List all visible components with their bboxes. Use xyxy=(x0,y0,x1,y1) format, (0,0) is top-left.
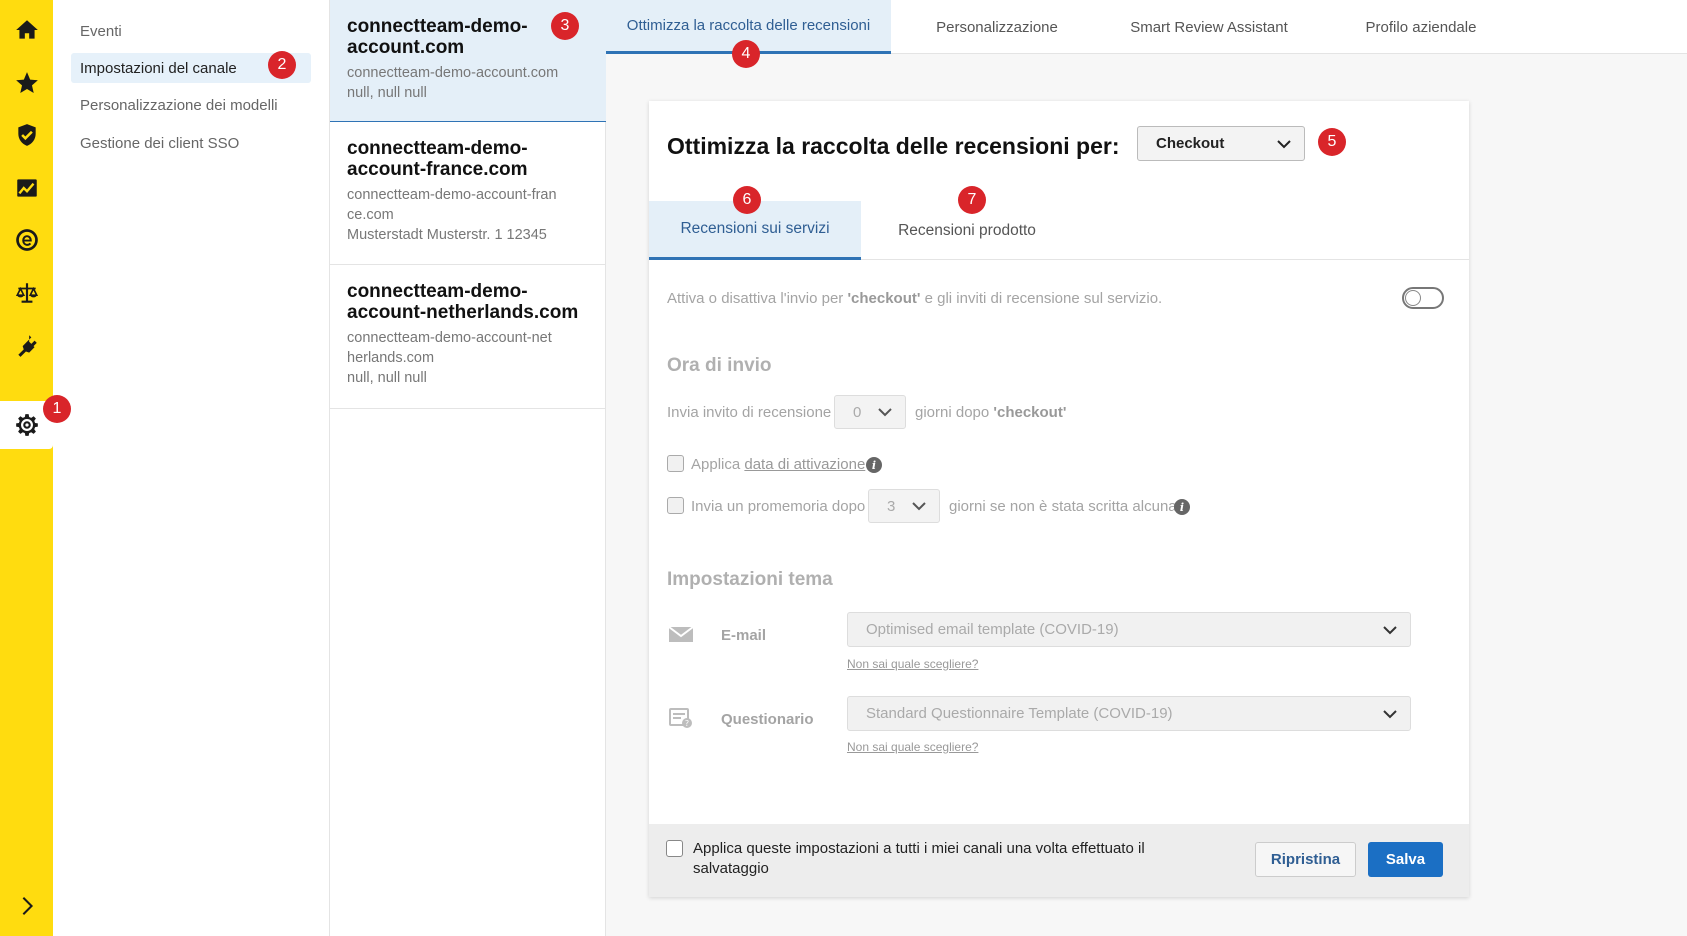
rail-legal[interactable] xyxy=(0,269,53,317)
rail-ecommerce[interactable] xyxy=(0,216,53,264)
save-button[interactable]: Salva xyxy=(1368,842,1443,877)
plug-icon xyxy=(17,335,37,357)
chevron-down-icon xyxy=(1277,139,1291,148)
reset-button[interactable]: Ripristina xyxy=(1255,842,1356,877)
rail-home[interactable] xyxy=(0,6,53,54)
questionnaire-template-select[interactable]: Standard Questionnaire Template (COVID-1… xyxy=(847,696,1411,731)
questionnaire-icon: ? xyxy=(669,708,692,728)
e-circle-icon xyxy=(15,229,38,251)
channel-domain: connectteam-demo-account.com null, null n… xyxy=(347,65,559,101)
gear-icon xyxy=(15,414,38,436)
nav-item-template-customization[interactable]: Personalizzazione dei modelli xyxy=(71,90,311,120)
chevron-down-icon xyxy=(1383,709,1397,718)
shield-check-icon xyxy=(17,124,36,146)
channel-item[interactable]: connectteam-demo-account-france.com conn… xyxy=(330,122,606,265)
service-invites-toggle[interactable] xyxy=(1402,287,1444,309)
nav-item-sso-clients[interactable]: Gestione dei client SSO xyxy=(71,128,311,158)
settings-card: Ottimizza la raccolta delle recensioni p… xyxy=(649,101,1469,897)
tab-company-profile[interactable]: Profilo aziendale xyxy=(1315,0,1527,54)
tab-smart-review-assistant[interactable]: Smart Review Assistant xyxy=(1103,0,1315,54)
questionnaire-help-link[interactable]: Non sai quale scegliere? xyxy=(847,740,978,754)
rail-trust[interactable] xyxy=(0,111,53,159)
analytics-icon xyxy=(16,179,37,197)
annotation-badge: 7 xyxy=(958,186,986,214)
channel-list: connectteam-demo-account.com connectteam… xyxy=(330,0,606,936)
email-label: E-mail xyxy=(721,627,767,644)
channel-domain: connectteam-demo-account-france.com Muste… xyxy=(347,187,557,243)
send-invite-days-select[interactable]: 0 xyxy=(834,395,906,429)
rail-integrations[interactable] xyxy=(0,321,53,369)
star-icon xyxy=(15,72,38,93)
rail-reviews[interactable] xyxy=(0,59,53,107)
channel-title: connectteam-demo-account-france.com xyxy=(347,138,528,180)
info-icon[interactable]: i xyxy=(866,457,882,473)
annotation-badge: 2 xyxy=(268,51,296,79)
nav-item-events[interactable]: Eventi xyxy=(71,16,311,46)
annotation-badge: 6 xyxy=(733,186,761,214)
event-select-value: Checkout xyxy=(1156,135,1225,152)
rail-analytics[interactable] xyxy=(0,164,53,212)
activation-date-checkbox[interactable] xyxy=(667,455,684,472)
chevron-right-icon xyxy=(22,897,33,915)
scales-icon xyxy=(15,283,38,303)
send-time-heading: Ora di invio xyxy=(667,355,772,376)
toggle-knob xyxy=(1405,290,1421,306)
annotation-badge: 4 xyxy=(732,40,760,68)
annotation-badge: 3 xyxy=(551,12,579,40)
apply-all-channels-label: Applica queste impostazioni a tutti i mi… xyxy=(693,840,1145,877)
toggle-description: Attiva o disattiva l'invio per 'checkout… xyxy=(667,290,1163,307)
info-icon[interactable]: i xyxy=(1174,499,1190,515)
send-invite-label: Invia invito di recensione xyxy=(667,404,832,421)
questionnaire-template-value: Standard Questionnaire Template (COVID-1… xyxy=(866,705,1173,722)
chevron-down-icon xyxy=(878,408,892,417)
email-template-value: Optimised email template (COVID-19) xyxy=(866,621,1119,638)
days-value: 0 xyxy=(853,403,862,421)
tab-customization[interactable]: Personalizzazione xyxy=(891,0,1103,54)
top-tabs: Ottimizza la raccolta delle recensioni P… xyxy=(606,0,1687,54)
channel-title: connectteam-demo-account-netherlands.com xyxy=(347,281,579,323)
reminder-label: Invia un promemoria dopo xyxy=(691,498,866,515)
reminder-suffix: giorni se non è stata scritta alcuna xyxy=(949,498,1177,515)
review-type-tabs: Recensioni sui servizi Recensioni prodot… xyxy=(649,201,1469,260)
theme-heading: Impostazioni tema xyxy=(667,569,833,590)
main-content: Ottimizza la raccolta delle recensioni P… xyxy=(606,0,1687,936)
event-select[interactable]: Checkout xyxy=(1137,126,1305,161)
annotation-badge: 1 xyxy=(43,395,71,423)
home-icon xyxy=(15,20,38,39)
activation-date-link[interactable]: data di attivazione xyxy=(744,456,865,473)
envelope-icon xyxy=(668,626,694,642)
annotation-badge: 5 xyxy=(1318,128,1346,156)
email-template-select[interactable]: Optimised email template (COVID-19) xyxy=(847,612,1411,647)
chevron-down-icon xyxy=(1383,625,1397,634)
svg-text:?: ? xyxy=(685,719,689,728)
days-after-text: giorni dopo 'checkout' xyxy=(915,404,1067,421)
email-help-link[interactable]: Non sai quale scegliere? xyxy=(847,657,978,671)
reminder-days-select[interactable]: 3 xyxy=(868,489,940,523)
card-title: Ottimizza la raccolta delle recensioni p… xyxy=(667,133,1120,159)
channel-item[interactable]: connectteam-demo-account-netherlands.com… xyxy=(330,265,606,409)
questionnaire-label: Questionario xyxy=(721,711,814,728)
settings-nav: Eventi Impostazioni del canale Personali… xyxy=(53,0,330,936)
channel-domain: connectteam-demo-account-netherlands.com… xyxy=(347,330,552,386)
days-value: 3 xyxy=(887,497,896,515)
activation-date-label: Applica data di attivazione xyxy=(691,456,866,473)
icon-rail xyxy=(0,0,53,936)
chevron-down-icon xyxy=(912,502,926,511)
reminder-checkbox[interactable] xyxy=(667,497,684,514)
card-footer: Applica queste impostazioni a tutti i mi… xyxy=(649,824,1469,897)
rail-expand[interactable] xyxy=(0,886,53,926)
apply-all-channels-checkbox[interactable] xyxy=(666,840,683,857)
